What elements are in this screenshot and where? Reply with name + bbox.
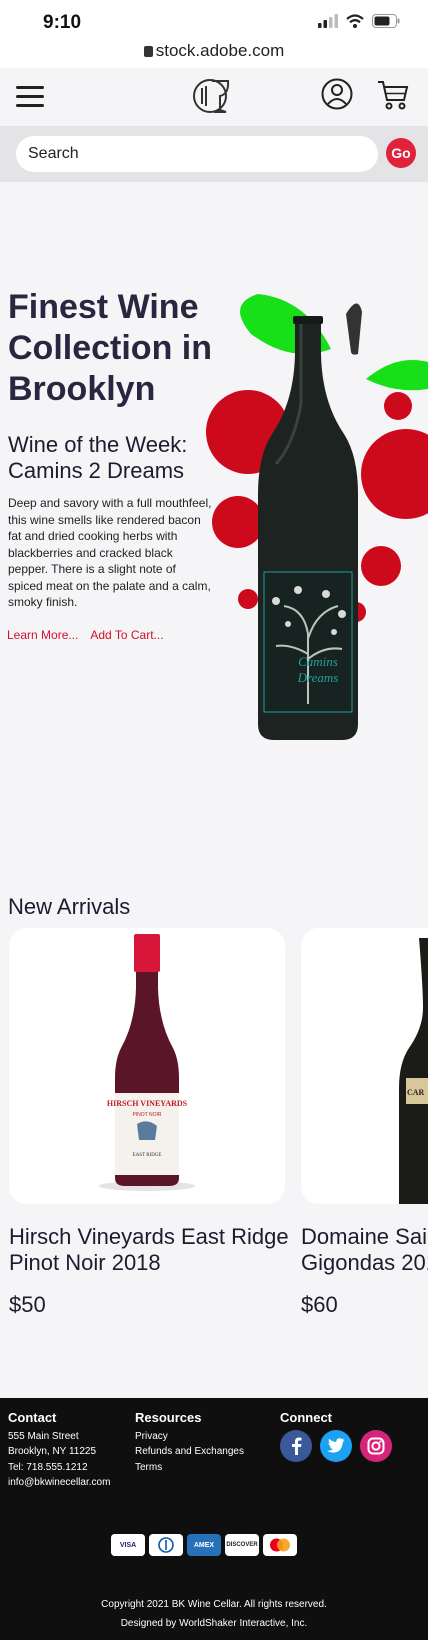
hero-title: Finest Wine Collection in Brooklyn [8, 288, 212, 408]
product-price: $60 [301, 1292, 338, 1317]
hero-section: Finest Wine Collection in Brooklyn Wine … [0, 182, 428, 882]
product-name[interactable]: Domaine Sain Gigondas 201 [301, 1224, 428, 1276]
diners-club-icon [149, 1534, 183, 1556]
browser-status-bar: 9:10 stock.adobe.com [0, 0, 428, 68]
user-account-icon[interactable] [321, 78, 353, 110]
product-image: CAR [301, 928, 428, 1204]
terms-link[interactable]: Terms [135, 1460, 244, 1476]
url-text: stock.adobe.com [155, 41, 285, 60]
new-arrivals-carousel[interactable]: HIRSCH VINEYARDS PINOT NOIR EAST RIDGE H… [0, 928, 428, 1318]
contact-email[interactable]: info@bkwinecellar.com [8, 1475, 110, 1491]
contact-address: 555 Main Street [8, 1430, 79, 1442]
menu-icon[interactable] [16, 86, 44, 108]
wine-bottle-image: CAR [399, 938, 428, 1204]
wifi-icon [346, 14, 364, 28]
payment-methods: VISA AMEX DISCOVER [111, 1534, 297, 1556]
add-to-cart-link[interactable]: Add To Cart... [90, 628, 163, 642]
shopping-cart-icon[interactable] [376, 78, 410, 112]
contact-heading: Contact [8, 1410, 57, 1425]
svg-text:CAR: CAR [407, 1088, 425, 1097]
amex-icon: AMEX [187, 1534, 221, 1556]
search-go-button[interactable]: Go [386, 138, 416, 168]
url-bar[interactable]: stock.adobe.com [0, 41, 428, 61]
hero-links: Learn More... Add To Cart... [7, 628, 164, 642]
new-arrivals-title: New Arrivals [8, 894, 131, 919]
svg-text:EAST RIDGE: EAST RIDGE [133, 1153, 162, 1158]
facebook-icon[interactable] [280, 1429, 312, 1462]
product-card[interactable]: HIRSCH VINEYARDS PINOT NOIR EAST RIDGE H… [9, 928, 289, 1318]
phone-screen: 9:10 stock.adobe.com Search Go Finest Wi… [0, 0, 428, 1640]
status-time: 9:10 [43, 12, 82, 33]
designer-credit: Designed by WorldShaker Interactive, Inc… [120, 1618, 308, 1629]
footer-resources: Resources Privacy Refunds and Exchanges … [135, 1410, 244, 1475]
instagram-icon[interactable] [360, 1429, 392, 1462]
resources-heading: Resources [135, 1410, 202, 1425]
svg-text:PINOT NOIR: PINOT NOIR [132, 1112, 161, 1118]
wine-description: Deep and savory with a full mouthfeel, t… [8, 496, 212, 609]
footer-connect: Connect [280, 1410, 392, 1462]
twitter-icon[interactable] [320, 1429, 352, 1462]
wine-of-week-title: Wine of the Week: Camins 2 Dreams [8, 432, 188, 483]
featured-wine-bottle-image: Camins Dreams [206, 294, 428, 740]
footer-contact: Contact 555 Main Street Brooklyn, NY 112… [8, 1410, 110, 1491]
wine-bottle-image: HIRSCH VINEYARDS PINOT NOIR EAST RIDGE [99, 934, 195, 1191]
privacy-link[interactable]: Privacy [135, 1429, 244, 1445]
lock-icon [143, 46, 153, 57]
product-image: HIRSCH VINEYARDS PINOT NOIR EAST RIDGE [9, 928, 285, 1204]
contact-phone[interactable]: Tel: 718.555.1212 [8, 1460, 110, 1476]
product-price: $50 [9, 1292, 46, 1317]
battery-icon [372, 14, 400, 28]
refunds-link[interactable]: Refunds and Exchanges [135, 1444, 244, 1460]
social-links [280, 1429, 392, 1462]
signal-icon [318, 14, 338, 28]
svg-text:Camins: Camins [298, 654, 338, 669]
visa-icon: VISA [111, 1534, 145, 1556]
connect-heading: Connect [280, 1410, 332, 1425]
copyright-text: Copyright 2021 BK Wine Cellar. All right… [101, 1599, 327, 1610]
contact-city: Brooklyn, NY 11225 [8, 1446, 97, 1457]
product-name[interactable]: Hirsch Vineyards East Ridge Pinot Noir 2… [9, 1224, 289, 1276]
site-footer: Contact 555 Main Street Brooklyn, NY 112… [0, 1398, 428, 1640]
mastercard-icon [263, 1534, 297, 1556]
svg-text:HIRSCH VINEYARDS: HIRSCH VINEYARDS [107, 1099, 188, 1108]
wine-glass-logo[interactable] [190, 74, 236, 120]
svg-text:Dreams: Dreams [297, 670, 339, 685]
product-card[interactable]: CAR Domaine Sain Gigondas 201 $60 [301, 928, 428, 1318]
learn-more-link[interactable]: Learn More... [7, 628, 78, 642]
status-icons [318, 14, 400, 28]
site-header [0, 68, 428, 126]
search-input[interactable] [16, 136, 378, 172]
search-bar: Go [0, 126, 428, 182]
discover-icon: DISCOVER [225, 1534, 259, 1556]
